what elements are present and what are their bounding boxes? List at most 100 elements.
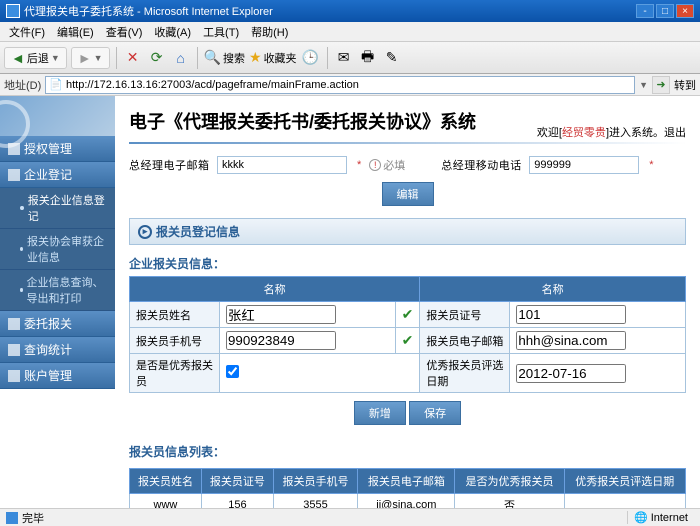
declarant-list-table: 报关员姓名 报关员证号 报关员手机号 报关员电子邮箱 是否为优秀报关员 优秀报关… (129, 468, 686, 510)
lbl-mobile: 报关员手机号 (130, 328, 220, 354)
chevron-down-icon: ▼ (51, 53, 60, 63)
menu-tool[interactable]: 工具(T) (198, 22, 244, 42)
page-icon: 📄 (49, 78, 63, 91)
address-bar: 地址(D) 📄 http://172.16.13.16:27003/acd/pa… (0, 74, 700, 96)
print-button[interactable]: 🖶 (358, 48, 378, 68)
folder-icon (8, 344, 20, 356)
zone-indicator: 🌐Internet (627, 511, 694, 524)
refresh-icon: ⟳ (151, 49, 163, 66)
col-name: 报关员姓名 (130, 469, 202, 494)
separator (116, 47, 117, 69)
section-header: ▸ 报关员登记信息 (129, 218, 686, 245)
mail-icon: ✉ (338, 49, 350, 66)
chevron-down-icon[interactable]: ▼ (639, 80, 648, 90)
star-icon: ★ (249, 49, 262, 66)
logo-area (0, 96, 115, 136)
sidebar-sub-query[interactable]: 企业信息查询、导出和打印 (0, 270, 115, 311)
divider (129, 142, 686, 144)
back-button[interactable]: ◄后退▼ (4, 47, 67, 69)
separator (197, 47, 198, 69)
search-icon: 🔍 (204, 49, 221, 66)
page-icon (6, 512, 18, 524)
subtitle-info: 企业报关员信息： (115, 245, 700, 276)
stop-icon: ✕ (127, 49, 139, 66)
menu-view[interactable]: 查看(V) (101, 22, 148, 42)
check-icon: ✔ (402, 306, 414, 322)
status-text: 完毕 (22, 510, 44, 526)
declarant-form-table: 名称名称 报关员姓名 ✔ 报关员证号 报关员手机号 ✔ 报关员电子邮箱 是否是优… (129, 276, 686, 393)
email-input[interactable] (217, 156, 347, 174)
manager-row: 总经理电子邮箱 * !必填 总经理移动电话 * (115, 152, 700, 178)
go-button[interactable]: ➜ (652, 76, 670, 94)
go-arrow-icon: ➜ (656, 78, 665, 91)
window-titlebar: 代理报关电子委托系统 - Microsoft Internet Explorer… (0, 0, 700, 22)
favorites-button[interactable]: ★收藏夹 (249, 49, 297, 66)
add-button[interactable]: 新增 (354, 401, 406, 425)
stop-button[interactable]: ✕ (123, 48, 143, 68)
minimize-button[interactable]: - (636, 4, 654, 18)
subtitle-list: 报关员信息列表： (115, 433, 700, 464)
user-link[interactable]: 经贸零贵 (562, 127, 606, 139)
url-text: http://172.16.13.16:27003/acd/pageframe/… (66, 79, 359, 91)
menu-bar: 文件(F) 编辑(E) 查看(V) 收藏(A) 工具(T) 帮助(H) (0, 22, 700, 42)
menu-file[interactable]: 文件(F) (4, 22, 50, 42)
edit-icon: ✎ (386, 49, 398, 66)
close-button[interactable]: × (676, 4, 694, 18)
sidebar-item-entrust[interactable]: 委托报关 (0, 311, 115, 337)
forward-button[interactable]: ►▼ (71, 47, 110, 69)
phone-input[interactable] (529, 156, 639, 174)
save-button[interactable]: 保存 (409, 401, 461, 425)
separator (327, 47, 328, 69)
date-input[interactable] (516, 364, 626, 383)
th-name: 名称 (130, 277, 420, 302)
demail-input[interactable] (516, 331, 626, 350)
sidebar-sub-company-register[interactable]: 报关企业信息登记 (0, 188, 115, 229)
history-icon: 🕒 (302, 49, 319, 66)
go-label: 转到 (674, 77, 696, 93)
lbl-date: 优秀报关员评选日期 (420, 354, 510, 393)
cert-input[interactable] (516, 305, 626, 324)
bullet-icon (20, 288, 23, 292)
window-buttons: - □ × (636, 4, 694, 18)
back-arrow-icon: ◄ (11, 50, 25, 66)
lbl-excellent: 是否是优秀报关员 (130, 354, 220, 393)
edit-button[interactable]: ✎ (382, 48, 402, 68)
button-row: 新增 保存 (115, 393, 700, 433)
globe-icon: 🌐 (634, 511, 648, 524)
folder-icon (8, 169, 20, 181)
sidebar-item-stats[interactable]: 查询统计 (0, 337, 115, 363)
info-icon: ! (369, 159, 381, 171)
mail-button[interactable]: ✉ (334, 48, 354, 68)
refresh-button[interactable]: ⟳ (147, 48, 167, 68)
menu-edit[interactable]: 编辑(E) (52, 22, 99, 42)
sidebar-sub-audit[interactable]: 报关协会审获企业信息 (0, 229, 115, 270)
folder-icon (8, 143, 20, 155)
menu-help[interactable]: 帮助(H) (246, 22, 293, 42)
window-title: 代理报关电子委托系统 - Microsoft Internet Explorer (24, 3, 636, 19)
edit-button[interactable]: 编辑 (382, 182, 434, 206)
col-email: 报关员电子邮箱 (358, 469, 455, 494)
history-button[interactable]: 🕒 (301, 48, 321, 68)
url-input[interactable]: 📄 http://172.16.13.16:27003/acd/pagefram… (45, 76, 635, 94)
menu-fav[interactable]: 收藏(A) (149, 22, 196, 42)
name-input[interactable] (226, 305, 336, 324)
search-button[interactable]: 🔍搜索 (204, 49, 245, 66)
lbl-demail: 报关员电子邮箱 (420, 328, 510, 354)
col-cert: 报关员证号 (201, 469, 273, 494)
th-name2: 名称 (420, 277, 686, 302)
section-title: 报关员登记信息 (156, 223, 240, 240)
col-mobile: 报关员手机号 (273, 469, 357, 494)
sidebar-item-account[interactable]: 账户管理 (0, 363, 115, 389)
app-icon (6, 4, 20, 18)
col-date: 优秀报关员评选日期 (564, 469, 685, 494)
chevron-down-icon: ▼ (94, 53, 103, 63)
home-icon: ⌂ (176, 50, 184, 66)
main-panel: 电子《代理报关委托书/委托报关协议》系统 欢迎[经贸零贵]进入系统。退出 总经理… (115, 96, 700, 510)
maximize-button[interactable]: □ (656, 4, 674, 18)
sidebar: 授权管理 企业登记 报关企业信息登记 报关协会审获企业信息 企业信息查询、导出和… (0, 96, 115, 510)
excellent-checkbox[interactable] (226, 365, 239, 378)
home-button[interactable]: ⌂ (171, 48, 191, 68)
sidebar-item-register[interactable]: 企业登记 (0, 162, 115, 188)
col-excellent: 是否为优秀报关员 (455, 469, 564, 494)
mobile-input[interactable] (226, 331, 336, 350)
